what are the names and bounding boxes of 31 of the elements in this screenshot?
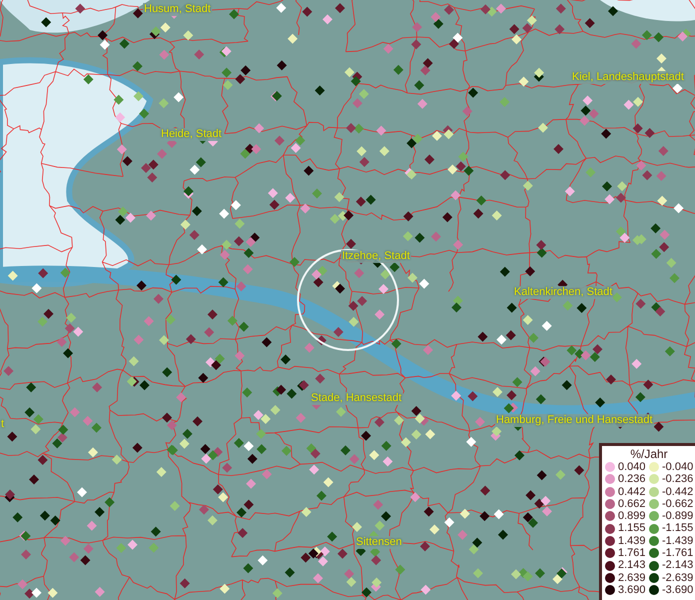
legend-value: -1.439 — [662, 534, 694, 548]
legend-value: 3.690 — [618, 584, 646, 596]
legend-value: -1.155 — [662, 522, 694, 535]
legend-value: 0.040 — [618, 461, 646, 474]
legend-value: 0.442 — [618, 486, 646, 498]
legend-value: -0.442 — [662, 486, 694, 498]
legend-value: 0.899 — [618, 510, 646, 522]
legend-value: -1.761 — [662, 547, 694, 560]
place-label: Husum, Stadt — [143, 3, 212, 16]
legend-value: 2.143 — [618, 559, 646, 572]
place-label: Hamburg, Freie und Hansestadt — [495, 414, 654, 427]
legend-value: 1.155 — [618, 522, 646, 535]
legend-value: -0.236 — [662, 473, 694, 486]
legend-value: 0.236 — [618, 473, 646, 486]
legend-title: %/Jahr — [629, 447, 669, 461]
place-label: Kiel, Landeshauptstadt — [571, 71, 685, 84]
legend-value: 1.439 — [618, 534, 646, 548]
legend-value: -3.690 — [662, 584, 694, 596]
place-label: Kaltenkirchen, Stadt — [513, 286, 614, 299]
legend-value: 1.761 — [618, 547, 646, 560]
legend-value: 0.662 — [618, 498, 646, 510]
legend-value: -0.040 — [662, 461, 694, 474]
legend-value: -2.639 — [662, 572, 694, 584]
legend-value: -0.662 — [662, 498, 694, 510]
place-label: Stade, Hansestadt — [310, 392, 403, 405]
legend-value: -2.143 — [662, 559, 694, 572]
place-label: Itzehoe, Stadt — [341, 250, 411, 263]
legend-value: -0.899 — [662, 510, 694, 522]
legend-value: 2.639 — [618, 572, 646, 584]
place-label: Sittensen — [355, 536, 403, 549]
place-label: Heide, Stadt — [160, 128, 223, 141]
